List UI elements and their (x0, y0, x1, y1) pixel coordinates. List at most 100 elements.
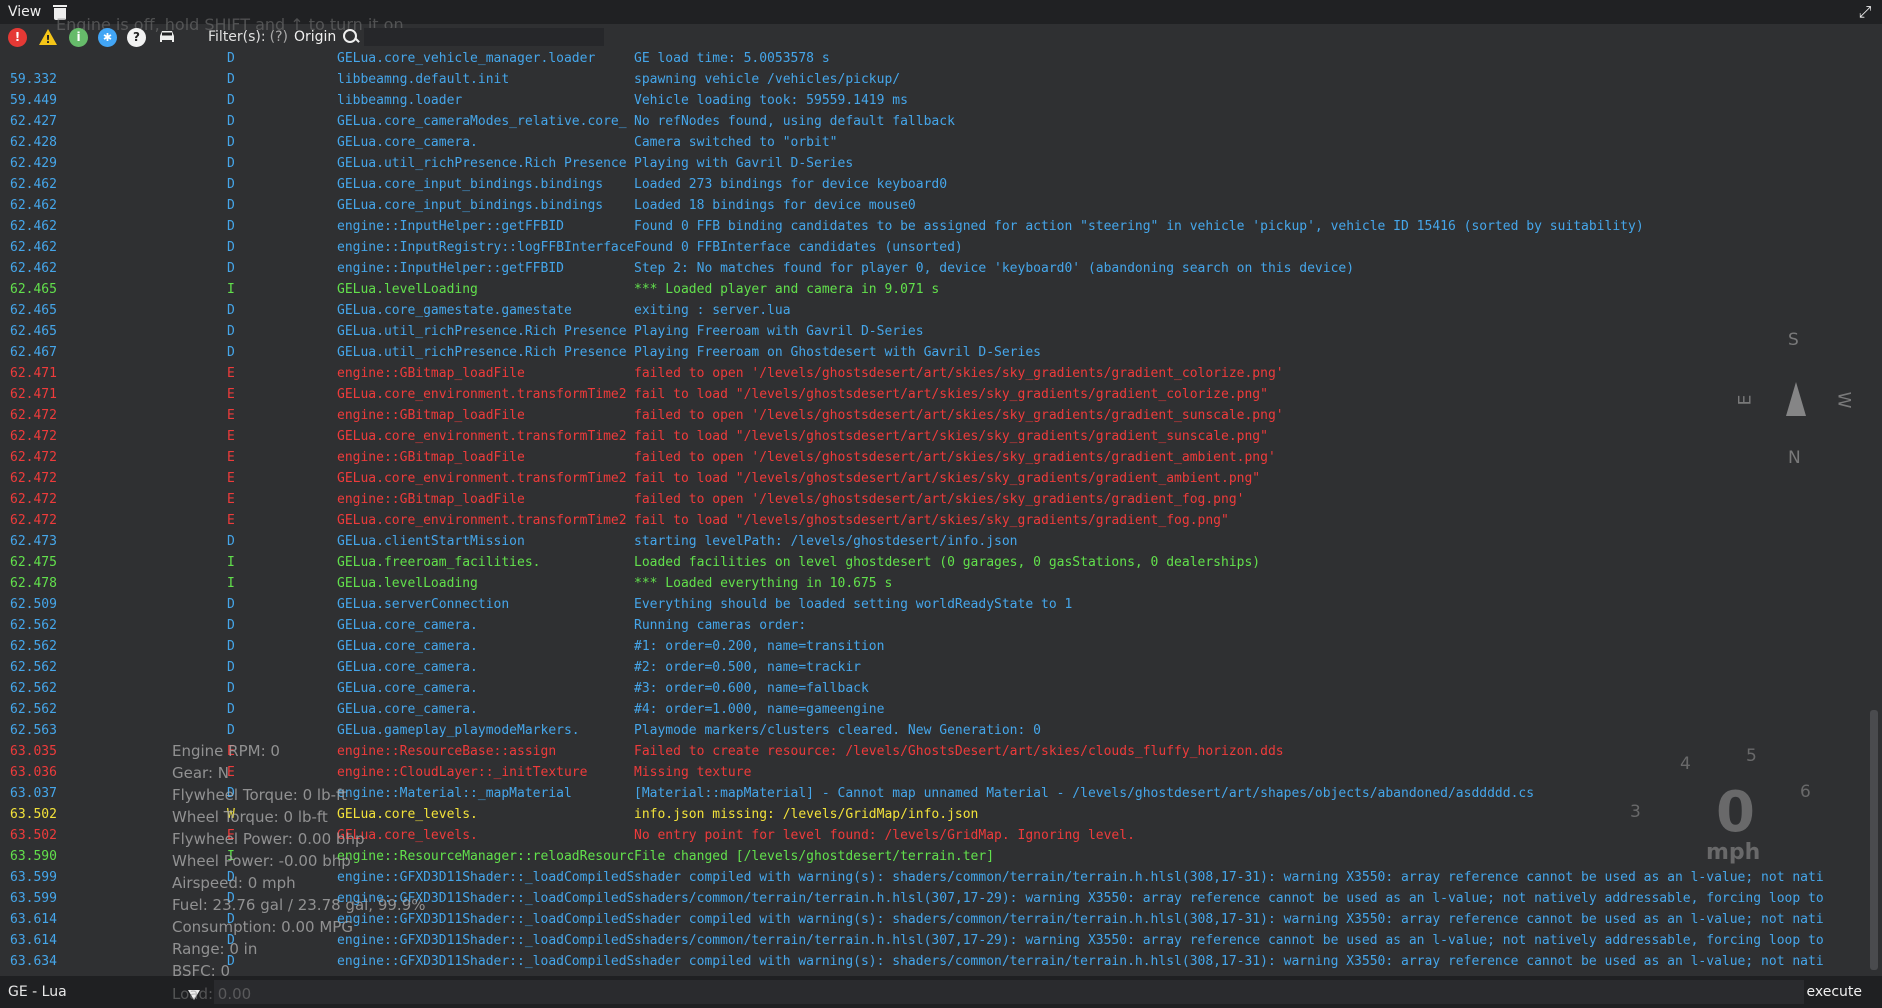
log-origin: engine::GFXD3D11Shader::_loadCompiledS (337, 912, 633, 927)
filter-help[interactable]: (?) (270, 29, 288, 45)
origin-filter[interactable]: Origin (294, 29, 336, 45)
log-row[interactable]: 62.462 D GELua.core_input_bindings.binding… (0, 195, 1862, 216)
log-row[interactable]: 62.509 D GELua.serverConnection Everything … (0, 594, 1862, 615)
log-row[interactable]: 62.562 D GELua.core_camera. #2: order=0.50… (0, 657, 1862, 678)
log-message: Loaded facilities on level ghostdesert (… (634, 555, 1261, 570)
log-level: D (227, 534, 235, 549)
log-time: 62.462 (10, 261, 57, 276)
log-time: 62.462 (10, 177, 57, 192)
gauge-tick: 4 (1680, 754, 1691, 774)
log-message: *** Loaded everything in 10.675 s (634, 576, 893, 591)
log-row[interactable]: 63.599 Dengine::GFXD3D11Shader::_loadComp… (0, 888, 1862, 909)
log-origin: engine::GFXD3D11Shader::_loadCompiledS (337, 933, 633, 948)
log-origin: engine::GFXD3D11Shader::_loadCompiledS (337, 870, 633, 885)
execute-button[interactable]: execute (1806, 981, 1862, 1003)
log-row[interactable]: 62.471 Eengine::GBitmap_loadFile failed to… (0, 363, 1862, 384)
log-row[interactable]: 62.427 D GELua.core_cameraModes_relative.c… (0, 111, 1862, 132)
log-row[interactable]: 59.449 Dlibbeamng.loader Vehicle loading t… (0, 90, 1862, 111)
log-row[interactable]: 62.465 I GELua.levelLoading *** Loaded play… (0, 279, 1862, 300)
log-time: 62.562 (10, 681, 57, 696)
log-row[interactable]: 62.472 Eengine::GBitmap_loadFile failed to… (0, 447, 1862, 468)
log-row[interactable]: 63.590 Iengine::ResourceManager::reloadRe… (0, 846, 1862, 867)
log-row[interactable]: 62.428 D GELua.core_camera. Camera switched… (0, 132, 1862, 153)
log-origin: engine::InputRegistry::logFFBInterface (337, 240, 633, 255)
log-origin: GELua.core_levels. (337, 807, 478, 822)
log-time: 63.502 (10, 828, 57, 843)
log-row[interactable]: 62.563 D GELua.gameplay_playmodeMarkers. Pl… (0, 720, 1862, 741)
log-row[interactable]: 63.502 E GELua.core_levels. No entry point … (0, 825, 1862, 846)
log-row[interactable]: 62.471 E GELua.core_environment.transformT… (0, 384, 1862, 405)
log-origin: GELua.gameplay_playmodeMarkers. (337, 723, 580, 738)
log-origin: GELua.core_environment.transformTime2 (337, 471, 627, 486)
log-row[interactable]: 62.562 D GELua.core_camera. #3: order=0.60… (0, 678, 1862, 699)
log-row[interactable]: 62.562 D GELua.core_camera. Running cameras… (0, 615, 1862, 636)
log-message: failed to open '/levels/ghostsdesert/art… (634, 366, 1284, 381)
log-row[interactable]: 62.472 E GELua.core_environment.transformT… (0, 468, 1862, 489)
log-row[interactable]: 63.036 Eengine::CloudLayer::_initTexture M… (0, 762, 1862, 783)
log-row[interactable]: 63.634 Dengine::GFXD3D11Shader::_loadComp… (0, 951, 1862, 972)
log-row[interactable]: 62.472 Eengine::GBitmap_loadFile failed to… (0, 405, 1862, 426)
gauge-tick: 3 (1630, 802, 1641, 822)
info-filter-icon[interactable]: i (69, 27, 88, 47)
log-message: GE load time: 5.0053578 s (634, 51, 830, 66)
log-row[interactable]: 62.462 Dengine::InputHelper::getFFBID Step… (0, 258, 1862, 279)
log-list[interactable]: D GELua.core_vehicle_manager.loader GE loa… (0, 48, 1862, 976)
log-row[interactable]: 63.614 Dengine::GFXD3D11Shader::_loadComp… (0, 930, 1862, 951)
log-time: 59.449 (10, 93, 57, 108)
log-origin: engine::ResourceManager::reloadResourc (337, 849, 633, 864)
log-row[interactable]: 62.472 E GELua.core_environment.transformT… (0, 510, 1862, 531)
log-time: 62.472 (10, 471, 57, 486)
log-time: 62.472 (10, 492, 57, 507)
log-row[interactable]: 62.472 E GELua.core_environment.transformT… (0, 426, 1862, 447)
log-row[interactable]: 62.475 I GELua.freeroam_facilities. Loaded … (0, 552, 1862, 573)
log-row[interactable]: 62.465 D GELua.util_richPresence.Rich Pres… (0, 321, 1862, 342)
log-row[interactable]: 62.462 Dengine::InputHelper::getFFBID Fou… (0, 216, 1862, 237)
log-message: Loaded 18 bindings for device mouse0 (634, 198, 916, 213)
filter-input[interactable] (364, 28, 605, 46)
log-row[interactable]: 62.562 D GELua.core_camera. #4: order=1.00… (0, 699, 1862, 720)
warning-filter-icon[interactable]: ! (37, 28, 59, 47)
log-time: 59.332 (10, 72, 57, 87)
error-filter-icon[interactable]: ! (8, 27, 27, 47)
log-level: I (227, 849, 235, 864)
log-message: failed to open '/levels/ghostsdesert/art… (634, 450, 1276, 465)
log-row[interactable]: 62.473 D GELua.clientStartMission starting … (0, 531, 1862, 552)
log-time: 62.471 (10, 387, 57, 402)
log-level: E (227, 828, 235, 843)
log-message: Found 0 FFBInterface candidates (unsorte… (634, 240, 963, 255)
log-row[interactable]: 62.562 D GELua.core_camera. #1: order=0.20… (0, 636, 1862, 657)
log-scrollbar[interactable] (1870, 710, 1878, 970)
log-time: 63.599 (10, 870, 57, 885)
debug-filter-icon[interactable]: ✱ (98, 27, 117, 47)
log-row[interactable]: D GELua.core_vehicle_manager.loader GE loa… (0, 48, 1862, 69)
view-menu[interactable]: View (0, 4, 49, 20)
log-row[interactable]: 62.472 Eengine::GBitmap_loadFile failed to… (0, 489, 1862, 510)
context-select[interactable]: GE - Lua (0, 984, 200, 1000)
log-time: 63.037 (10, 786, 57, 801)
log-origin: GELua.core_camera. (337, 618, 478, 633)
log-row[interactable]: 62.465 D GELua.core_gamestate.gamestate exi… (0, 300, 1862, 321)
log-row[interactable]: 62.429 D GELua.util_richPresence.Rich Pres… (0, 153, 1862, 174)
log-time: 62.462 (10, 198, 57, 213)
log-row[interactable]: 59.332 Dlibbeamng.default.init spawning ve… (0, 69, 1862, 90)
log-row[interactable]: 63.502 W GELua.core_levels. info.json missi… (0, 804, 1862, 825)
log-row[interactable]: 63.037 Dengine::Material::_mapMaterial [Ma… (0, 783, 1862, 804)
log-origin: GELua.core_vehicle_manager.loader (337, 51, 596, 66)
log-row[interactable]: 62.478 I GELua.levelLoading *** Loaded ever… (0, 573, 1862, 594)
log-level: D (227, 597, 235, 612)
log-row[interactable]: 63.599 Dengine::GFXD3D11Shader::_loadComp… (0, 867, 1862, 888)
search-icon[interactable] (342, 28, 360, 46)
vehicle-filter-icon[interactable] (156, 28, 178, 47)
log-message: #2: order=0.500, name=trackir (634, 660, 861, 675)
log-row[interactable]: 62.462 Dengine::InputRegistry::logFFBInte… (0, 237, 1862, 258)
help-filter-icon[interactable]: ? (127, 27, 146, 47)
log-time: 62.472 (10, 513, 57, 528)
fullscreen-icon[interactable]: ⤢ (1856, 3, 1874, 21)
log-row[interactable]: 63.614 Dengine::GFXD3D11Shader::_loadComp… (0, 909, 1862, 930)
log-level: D (227, 618, 235, 633)
log-row[interactable]: 63.035 Eengine::ResourceBase::assign Faile… (0, 741, 1862, 762)
command-input[interactable] (214, 980, 1804, 1004)
log-row[interactable]: 62.467 D GELua.util_richPresence.Rich Pres… (0, 342, 1862, 363)
log-origin: GELua.core_environment.transformTime2 (337, 387, 627, 402)
log-row[interactable]: 62.462 D GELua.core_input_bindings.binding… (0, 174, 1862, 195)
